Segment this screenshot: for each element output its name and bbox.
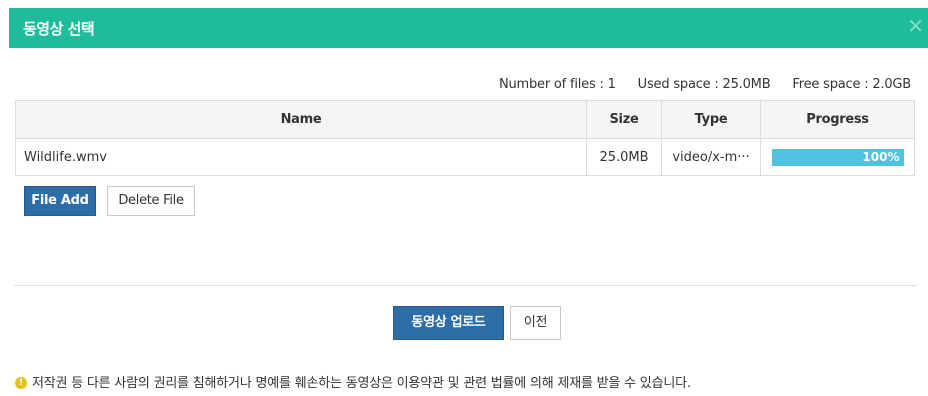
delete-file-button[interactable]: Delete File	[107, 186, 195, 216]
section-divider	[15, 285, 917, 286]
file-table: Name Size Type Progress Wildlife.wmv 25.…	[15, 100, 915, 176]
progress-bar: 100%	[771, 148, 904, 166]
free-space: Free space : 2.0GB	[792, 77, 911, 92]
file-count: Number of files : 1	[498, 77, 616, 92]
warning-icon: !	[15, 376, 27, 389]
dialog-title: 동영상 선택	[23, 20, 95, 38]
file-type-cell: video/x-m···	[661, 138, 761, 176]
dialog-titlebar: 동영상 선택 ✕	[9, 8, 928, 48]
previous-button[interactable]: 이전	[510, 306, 561, 340]
progress-label: 100%	[862, 149, 900, 164]
notice-text: 저작권 등 다른 사람의 권리를 침해하거나 명예를 훼손하는 동영상은 이용약…	[32, 376, 691, 391]
upload-video-button[interactable]: 동영상 업로드	[393, 306, 504, 340]
progress-cell: 100%	[760, 138, 915, 176]
close-icon[interactable]: ✕	[907, 14, 924, 38]
used-space: Used space : 25.0MB	[637, 77, 771, 92]
storage-stats: Number of files : 1 Used space : 25.0MB Fr…	[477, 77, 911, 92]
header-size: Size	[586, 100, 662, 139]
header-name: Name	[15, 100, 587, 139]
file-size-cell: 25.0MB	[586, 138, 662, 176]
file-add-button[interactable]: File Add	[24, 186, 96, 216]
table-row[interactable]: Wildlife.wmv 25.0MB video/x-m··· 100%	[15, 138, 915, 176]
header-type: Type	[661, 100, 761, 139]
copyright-notice: ! 저작권 등 다른 사람의 권리를 침해하거나 명예를 훼손하는 동영상은 이용…	[15, 372, 691, 391]
file-name-cell: Wildlife.wmv	[15, 138, 587, 176]
table-header-row: Name Size Type Progress	[15, 100, 915, 139]
header-progress: Progress	[760, 100, 915, 139]
